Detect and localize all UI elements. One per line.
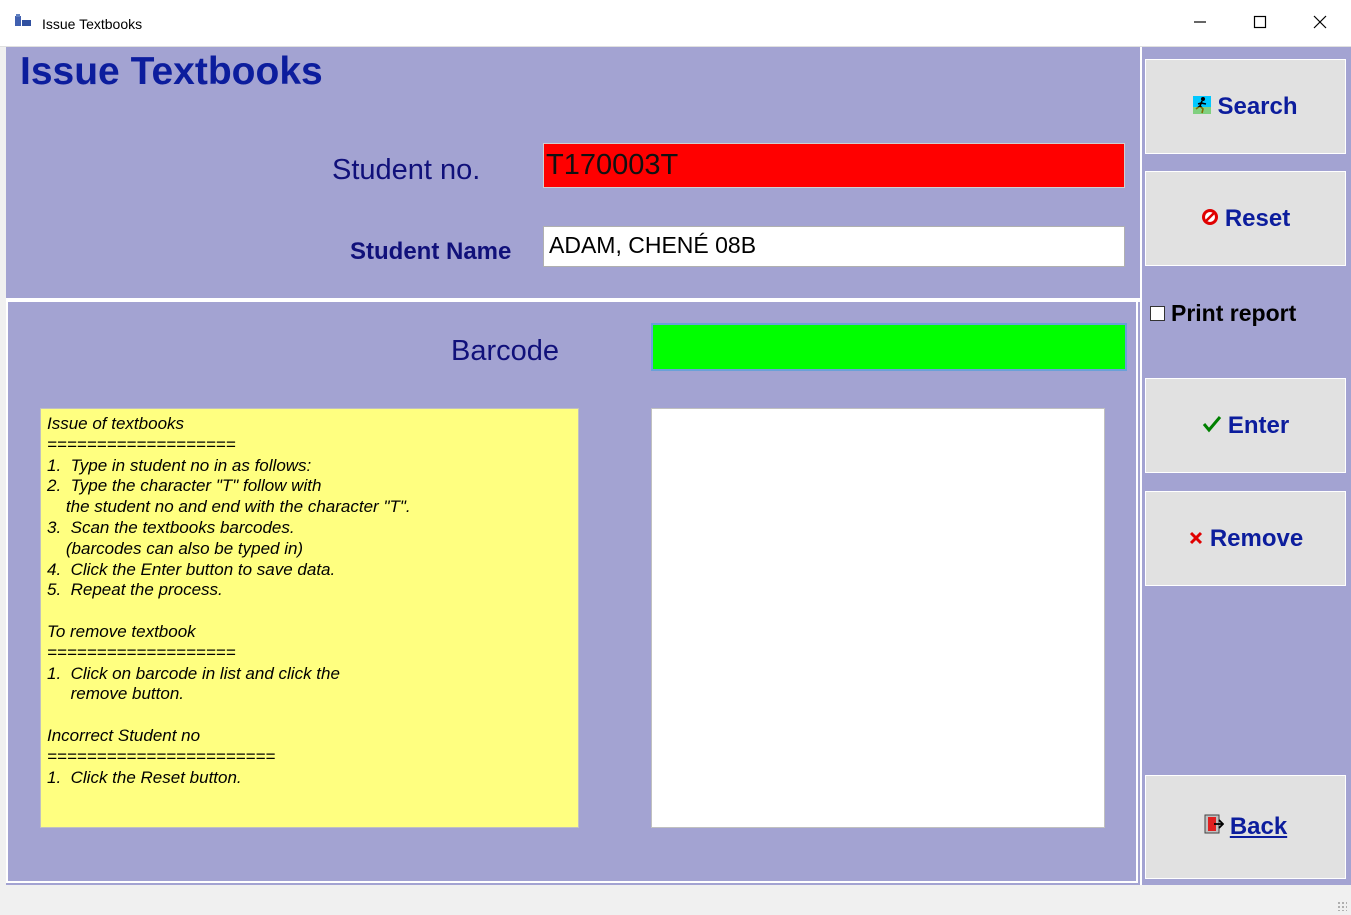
barcode-label: Barcode: [451, 335, 560, 367]
student-name-field[interactable]: ADAM, CHENÉ 08B: [543, 226, 1125, 267]
window-title: Issue Textbooks: [42, 16, 143, 32]
close-button[interactable]: [1290, 0, 1350, 46]
maximize-button[interactable]: [1230, 0, 1290, 46]
print-report-checkbox[interactable]: Print report: [1150, 300, 1296, 327]
checkbox-box[interactable]: [1150, 306, 1165, 321]
remove-button[interactable]: Remove: [1145, 491, 1346, 586]
student-no-label: Student no.: [332, 154, 481, 186]
back-button[interactable]: Back: [1145, 775, 1346, 879]
minimize-button[interactable]: [1170, 0, 1230, 46]
reset-button[interactable]: Reset: [1145, 171, 1346, 266]
no-entry-icon: [1201, 206, 1219, 232]
enter-button[interactable]: Enter: [1145, 378, 1346, 473]
barcode-list[interactable]: [651, 408, 1105, 828]
barcode-input[interactable]: [651, 323, 1127, 371]
exit-door-icon: [1204, 814, 1225, 840]
reset-label: Reset: [1224, 204, 1291, 232]
status-bar: [0, 885, 1351, 915]
print-report-label: Print report: [1171, 300, 1297, 326]
running-man-icon: [1193, 94, 1212, 120]
student-name-label: Student Name: [350, 238, 512, 265]
instructions-panel: Issue of textbooks =================== 1…: [40, 408, 579, 828]
close-icon: [1313, 15, 1327, 29]
enter-label: Enter: [1227, 411, 1290, 439]
title-bar: Issue Textbooks: [0, 0, 1351, 47]
search-button[interactable]: Search: [1145, 59, 1346, 154]
maximize-icon: [1253, 15, 1267, 29]
remove-label: Remove: [1209, 524, 1304, 552]
app-icon: [14, 14, 32, 28]
student-no-field[interactable]: T170003T: [543, 143, 1125, 188]
page-title: Issue Textbooks: [20, 50, 323, 93]
x-icon: [1188, 526, 1204, 552]
checkmark-icon: [1202, 413, 1222, 439]
search-label: Search: [1217, 92, 1298, 120]
minimize-icon: [1194, 21, 1206, 23]
resize-grip-icon[interactable]: [1337, 901, 1347, 911]
back-label: Back: [1229, 813, 1288, 840]
